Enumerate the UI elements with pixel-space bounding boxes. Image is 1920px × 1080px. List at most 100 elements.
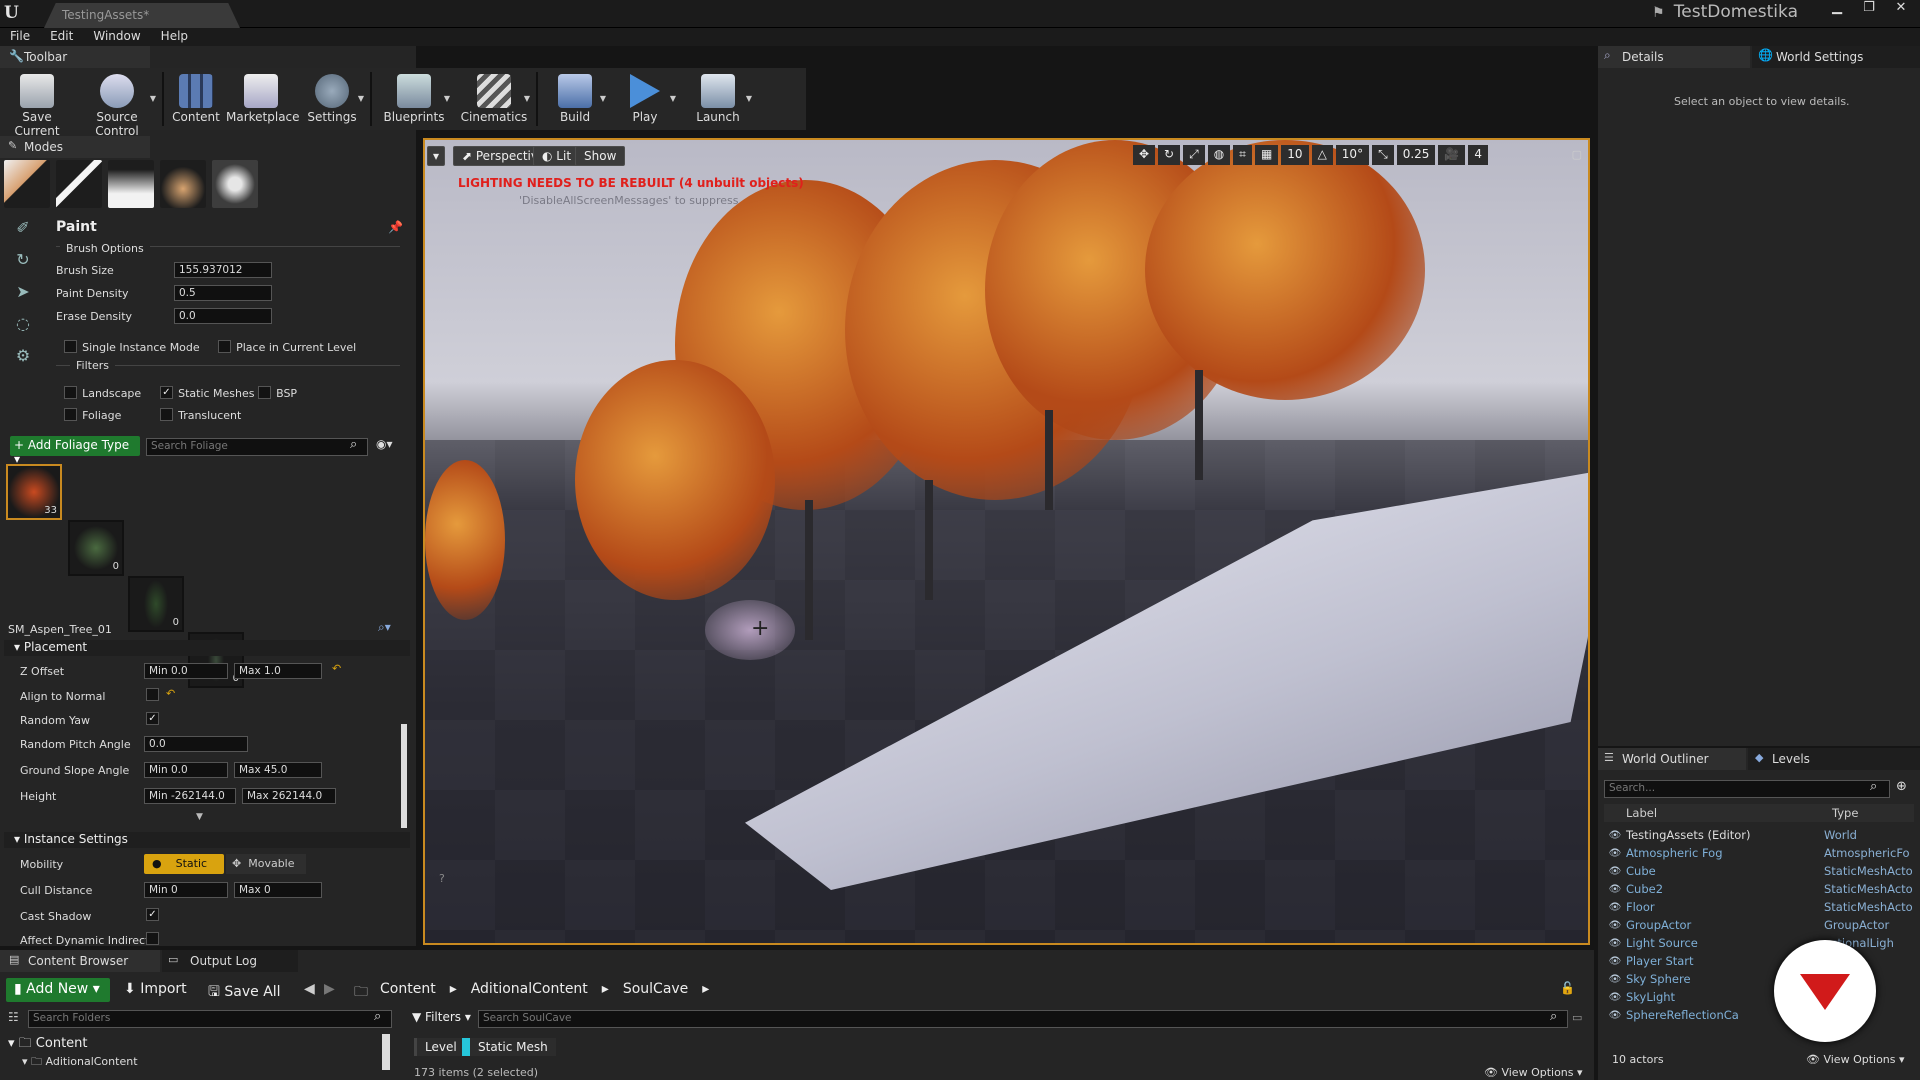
tab-world-outliner[interactable]: World Outliner: [1598, 748, 1746, 770]
details-scrollbar[interactable]: [401, 724, 407, 828]
chevron-down-icon[interactable]: ▼: [600, 94, 606, 103]
grid-snap-value[interactable]: 10: [1281, 145, 1309, 165]
foliage-checkbox[interactable]: [64, 408, 77, 421]
chevron-down-icon[interactable]: ▼: [524, 94, 530, 103]
outliner-row[interactable]: 👁 Light Source ectionalLigh: [1604, 934, 1920, 952]
save-all-button[interactable]: 🖫 Save All: [208, 981, 281, 1005]
lit-button[interactable]: ◐ Lit: [533, 146, 581, 166]
chevron-down-icon[interactable]: ▼: [358, 94, 364, 103]
outliner-row[interactable]: 👁 Cube StaticMeshActo: [1604, 862, 1920, 880]
folders-scrollbar[interactable]: [382, 1034, 390, 1070]
menu-edit[interactable]: Edit: [40, 28, 83, 46]
back-arrow-icon[interactable]: ◀: [304, 981, 315, 997]
visibility-eye-icon[interactable]: 👁: [1604, 920, 1626, 931]
place-mode-icon[interactable]: [4, 160, 50, 208]
build-button[interactable]: Build ▼: [540, 68, 610, 128]
menu-file[interactable]: File: [0, 28, 40, 46]
placement-section[interactable]: ▾ Placement: [4, 640, 410, 656]
cast-shadow-checkbox[interactable]: ✓: [146, 908, 159, 921]
outliner-row[interactable]: 👁 Cube2 StaticMeshActo: [1604, 880, 1920, 898]
landscape-checkbox[interactable]: [64, 386, 77, 399]
camera-speed-value[interactable]: 4: [1468, 145, 1488, 165]
scale-snap-icon[interactable]: ⤡: [1372, 145, 1394, 165]
height-max-field[interactable]: Max 262144.0: [242, 788, 336, 804]
add-new-button[interactable]: ▮ Add New ▾: [6, 978, 110, 1002]
ground-slope-min-field[interactable]: Min 0.0: [144, 762, 228, 778]
import-button[interactable]: ⬇ Import: [124, 981, 187, 997]
level-tab[interactable]: TestingAssets*: [44, 3, 240, 28]
minimize-icon[interactable]: ▁: [1822, 0, 1852, 18]
foliage-mode-icon[interactable]: [160, 160, 206, 208]
foliage-thumb-bush[interactable]: 0: [68, 520, 124, 576]
help-icon[interactable]: ?: [439, 872, 445, 885]
visibility-eye-icon[interactable]: 👁: [1604, 974, 1626, 985]
chevron-right-icon[interactable]: ▸: [702, 981, 709, 997]
search-folders-input[interactable]: Search Folders: [28, 1010, 392, 1028]
tab-output-log[interactable]: Output Log: [162, 950, 298, 972]
static-meshes-checkbox[interactable]: ✓: [160, 386, 173, 399]
camera-speed-icon[interactable]: 🎥: [1438, 145, 1466, 165]
affect-dynamic-checkbox[interactable]: [146, 932, 159, 945]
tab-modes[interactable]: Modes: [0, 136, 150, 158]
align-normal-checkbox[interactable]: [146, 688, 159, 701]
save-current-button[interactable]: Save Current: [0, 68, 74, 138]
breadcrumb-soulcave[interactable]: SoulCave: [623, 981, 688, 997]
scale-snap-value[interactable]: 0.25: [1396, 145, 1436, 165]
outliner-row[interactable]: 👁 Floor StaticMeshActo: [1604, 898, 1920, 916]
translate-icon[interactable]: ✥: [1132, 145, 1156, 165]
filter-chip-static-mesh[interactable]: Static Mesh: [462, 1038, 556, 1056]
ground-slope-max-field[interactable]: Max 45.0: [234, 762, 322, 778]
tab-levels[interactable]: Levels: [1748, 748, 1920, 770]
visibility-eye-icon[interactable]: 👁: [1604, 992, 1626, 1003]
close-icon[interactable]: ✕: [1886, 0, 1916, 18]
cinematics-button[interactable]: Cinematics ▼: [454, 68, 534, 128]
lasso-tool-icon[interactable]: ◌: [8, 314, 38, 346]
random-yaw-checkbox[interactable]: ✓: [146, 712, 159, 725]
sources-panel-icon[interactable]: ☷: [8, 1010, 19, 1024]
marketplace-button[interactable]: Marketplace: [226, 68, 300, 128]
reset-arrow-icon[interactable]: ↶: [332, 662, 341, 675]
menu-help[interactable]: Help: [151, 28, 198, 46]
mobility-movable-button[interactable]: ✥ Movable: [226, 854, 306, 874]
launch-button[interactable]: Launch ▼: [680, 68, 756, 128]
visibility-eye-icon[interactable]: 👁: [1604, 884, 1626, 895]
tree-item-aditionalcontent[interactable]: ▾ 🗀 AditionalContent: [22, 1053, 138, 1072]
content-button[interactable]: Content: [166, 68, 226, 128]
cull-min-field[interactable]: Min 0: [144, 882, 228, 898]
menu-window[interactable]: Window: [83, 28, 150, 46]
source-control-button[interactable]: Source Control ▼: [74, 68, 160, 138]
landscape-mode-icon[interactable]: [108, 160, 154, 208]
instance-settings-section[interactable]: ▾ Instance Settings: [4, 832, 410, 848]
height-min-field[interactable]: Min -262144.0: [144, 788, 236, 804]
chevron-right-icon[interactable]: ▸: [450, 981, 457, 997]
play-button[interactable]: Play ▼: [610, 68, 680, 128]
bsp-checkbox[interactable]: [258, 386, 271, 399]
filter-chip-level[interactable]: Level: [414, 1038, 465, 1056]
add-foliage-type-button[interactable]: + Add Foliage Type ▾: [10, 436, 140, 466]
search-soulcave-input[interactable]: Search SoulCave: [478, 1010, 1568, 1028]
paint-density-field[interactable]: 0.5: [174, 285, 272, 301]
chevron-down-icon[interactable]: ▼: [746, 94, 752, 103]
outliner-row[interactable]: 👁Player Starttart: [1604, 952, 1920, 970]
visibility-eye-icon[interactable]: 👁: [1604, 848, 1626, 859]
visibility-eye-icon[interactable]: 👁: [1604, 956, 1626, 967]
visibility-eye-icon[interactable]: 👁: [1604, 938, 1626, 949]
outliner-row[interactable]: 👁 Atmospheric Fog AtmosphericFo: [1604, 844, 1920, 862]
rotate-icon[interactable]: ↻: [1158, 145, 1181, 165]
visibility-eye-icon[interactable]: 👁: [1604, 830, 1626, 841]
outliner-col-label[interactable]: Label: [1604, 804, 1832, 822]
add-filter-icon[interactable]: ⊕: [1896, 779, 1907, 794]
world-space-icon[interactable]: ◍: [1207, 145, 1231, 165]
outliner-col-type[interactable]: Type: [1832, 804, 1858, 822]
mobility-static-button[interactable]: ● Static: [144, 854, 224, 874]
expand-chevron-icon[interactable]: ▼: [196, 812, 203, 822]
grid-snap-icon[interactable]: ▦: [1254, 145, 1279, 165]
search-foliage-input[interactable]: Search Foliage: [146, 438, 368, 456]
foliage-thumb-aspen[interactable]: 33: [6, 464, 62, 520]
fill-tool-icon[interactable]: ⚙: [8, 346, 38, 378]
rotation-snap-value[interactable]: 10°: [1335, 145, 1370, 165]
blueprints-button[interactable]: Blueprints ▼: [374, 68, 454, 128]
content-view-options[interactable]: 👁 View Options ▾: [1484, 1066, 1583, 1079]
breadcrumb-aditionalcontent[interactable]: AditionalContent: [471, 981, 588, 997]
place-level-checkbox[interactable]: [218, 340, 231, 353]
